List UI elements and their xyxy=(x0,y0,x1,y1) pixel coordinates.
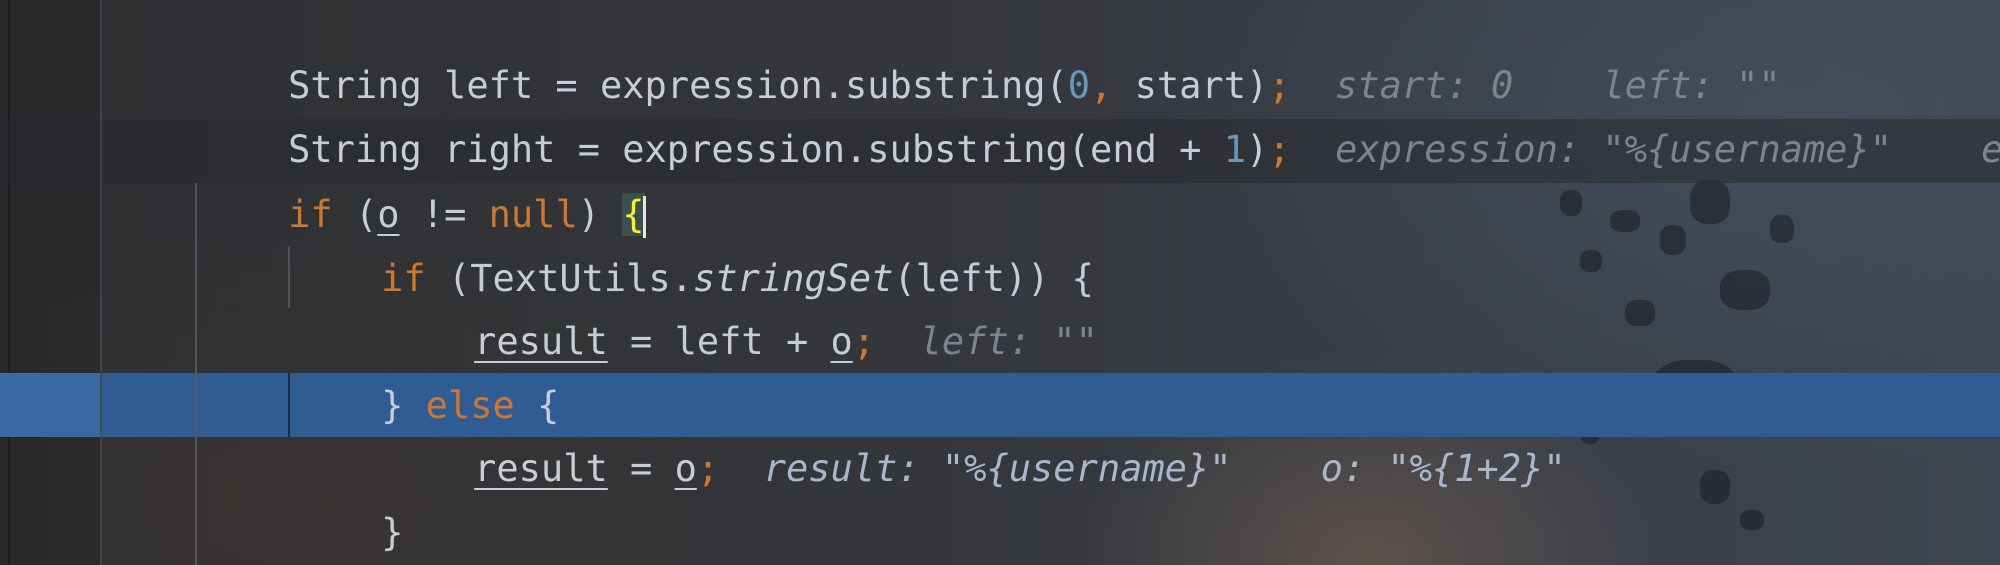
variable-o: o xyxy=(830,320,853,363)
variable-o: o xyxy=(674,447,697,490)
inline-debug-value[interactable]: o: "%{1+2}" xyxy=(1321,447,1566,490)
inline-debug-value[interactable]: result: "%{username}" xyxy=(764,447,1232,490)
inline-debug-value[interactable]: expression: "%{username}" xyxy=(1335,128,1892,171)
indent-guide xyxy=(288,373,290,437)
code-line-current-execution[interactable]: result = o; result: "%{username}" o: "%{… xyxy=(385,373,1566,490)
gutter-divider xyxy=(8,0,10,565)
code-line[interactable]: String left = expression.substring(0, st… xyxy=(199,0,1781,107)
indent-guide xyxy=(288,246,290,308)
execution-point-gutter xyxy=(0,373,100,437)
code-line[interactable]: result = left + o; left: "" xyxy=(385,246,1098,363)
code-text: = xyxy=(607,447,675,490)
code-text: = left + xyxy=(607,320,831,363)
code-text: } xyxy=(381,511,404,554)
code-line[interactable]: } xyxy=(292,437,403,554)
code-line[interactable]: } else { xyxy=(292,310,559,427)
gutter-border xyxy=(100,0,102,565)
variable-result: result xyxy=(474,447,608,490)
inline-debug-value[interactable]: e xyxy=(1981,128,2000,171)
code-line[interactable]: String right = expression.substring(end … xyxy=(199,54,2000,171)
code-line[interactable]: if (TextUtils.stringSet(left)) { xyxy=(292,183,1094,300)
semicolon: ; xyxy=(852,320,876,363)
number-literal: 1 xyxy=(1223,128,1246,171)
code-line[interactable]: if (o != null) { xyxy=(199,119,646,238)
semicolon: ; xyxy=(1268,128,1291,171)
code-text: ) xyxy=(1245,128,1269,171)
code-editor[interactable]: String left = expression.substring(0, st… xyxy=(0,0,2000,565)
indent-guide xyxy=(195,183,197,565)
semicolon: ; xyxy=(696,447,720,490)
line-gutter[interactable] xyxy=(0,0,100,565)
inline-debug-value[interactable]: left: "" xyxy=(920,320,1098,363)
